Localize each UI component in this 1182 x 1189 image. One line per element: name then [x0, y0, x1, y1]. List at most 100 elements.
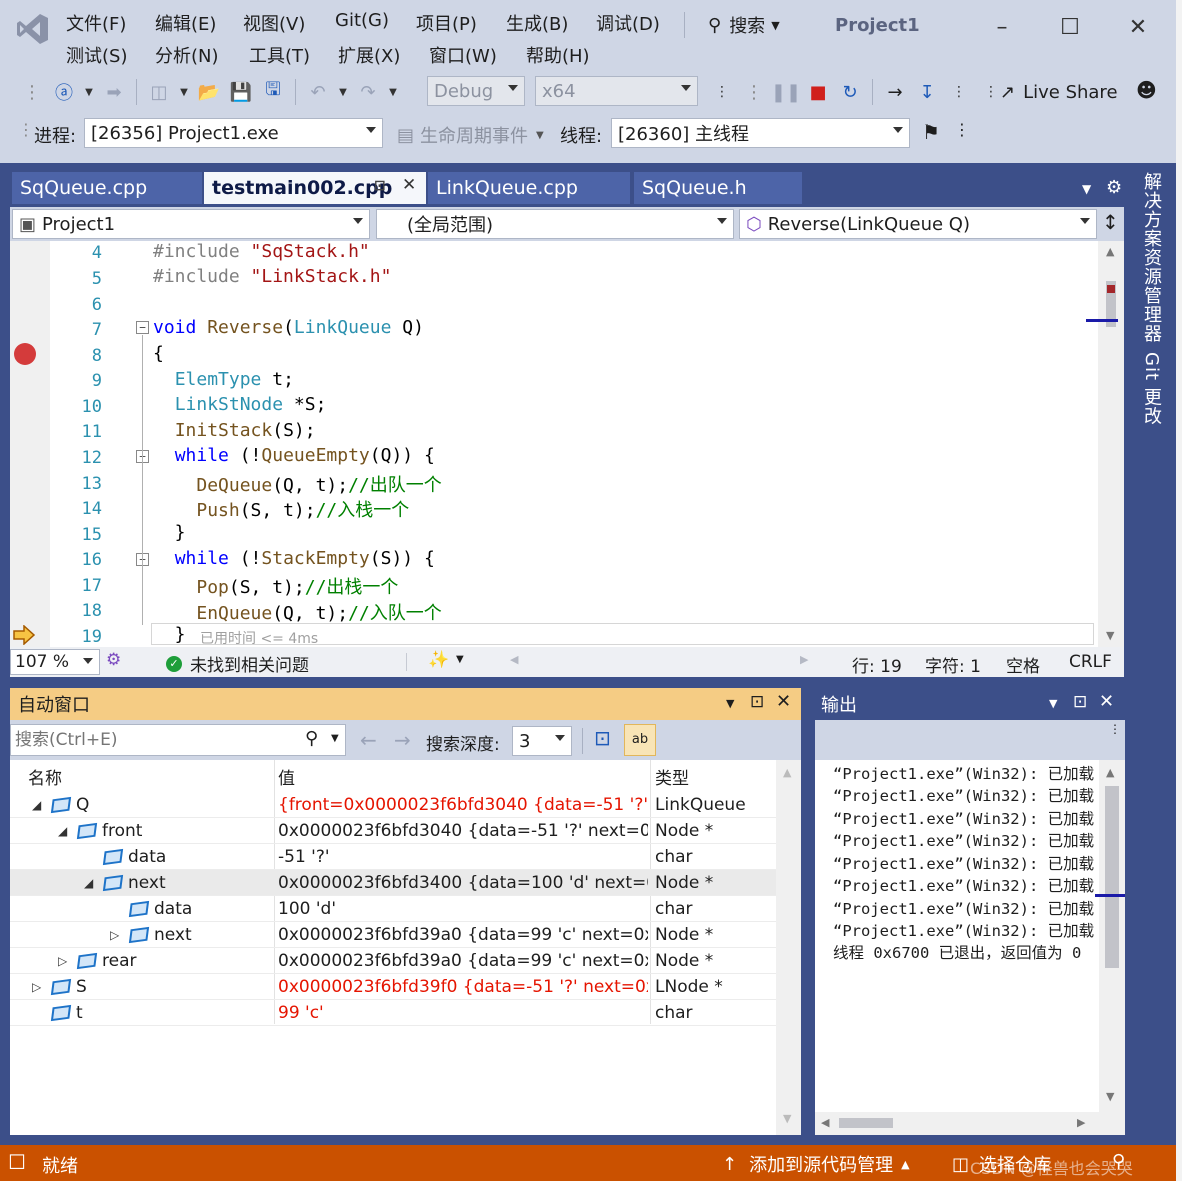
thread-select[interactable]: [26360] 主线程 — [611, 118, 910, 148]
menu-view[interactable]: 视图(V) — [243, 10, 305, 36]
menu-build[interactable]: 生成(B) — [506, 10, 568, 36]
table-row[interactable]: ▷ next 0x0000023f6bfd39a0 {data=99 'c' n… — [10, 922, 776, 948]
cleanup-icon[interactable]: ✨ — [428, 650, 449, 670]
menu-help[interactable]: 帮助(H) — [526, 42, 590, 68]
table-row[interactable]: ◢ front 0x0000023f6bfd3040 {data=-51 '?'… — [10, 818, 776, 844]
line-ending-indicator[interactable]: CRLF — [1069, 652, 1112, 672]
show-next-statement-icon[interactable]: → — [883, 80, 907, 104]
notification-icon[interactable]: ☐ — [8, 1150, 26, 1174]
code-editor[interactable]: 4 5 6 7 8 9 10 11 12 13 14 15 16 17 18 1… — [10, 241, 1124, 647]
save-icon[interactable]: 💾 — [229, 80, 253, 104]
menu-debug[interactable]: 调试(D) — [596, 10, 660, 36]
collapse-icon[interactable]: − — [136, 321, 149, 334]
tab-solution-explorer[interactable]: 解决方案资源管理器 — [1134, 172, 1164, 343]
chevron-down-icon[interactable]: ▼ — [456, 654, 464, 665]
menu-edit[interactable]: 编辑(E) — [155, 10, 216, 36]
copilot-icon[interactable]: ⚙ — [106, 650, 121, 670]
zoom-select[interactable]: 107 % — [10, 649, 100, 675]
scroll-up-icon[interactable]: ▲ — [1106, 245, 1114, 258]
pause-icon[interactable]: ❚❚ — [771, 80, 801, 104]
feedback-icon[interactable]: ☻ — [1136, 78, 1157, 102]
chevron-down-icon[interactable]: ▼ — [84, 80, 94, 104]
breakpoint-icon[interactable] — [14, 343, 36, 365]
expand-icon[interactable]: ▷ — [58, 954, 67, 968]
chevron-down-icon[interactable]: ▼ — [388, 80, 398, 104]
tab-git-changes[interactable]: Git 更改 — [1134, 352, 1164, 426]
stop-icon[interactable]: ■ — [806, 80, 830, 104]
var-value[interactable]: 0x0000023f6bfd3040 {data=-51 '?' next=0x… — [278, 821, 648, 841]
column-value-header[interactable]: 值 — [278, 764, 295, 790]
tab-testmain002-cpp[interactable]: testmain002.cpp ⊡ ✕ — [204, 172, 426, 204]
add-to-source-control-button[interactable]: ↑ 添加到源代码管理 ▲ — [722, 1151, 910, 1177]
table-row[interactable]: ◢ Q {front=0x0000023f6bfd3040 {data=-51 … — [10, 792, 776, 818]
var-value[interactable]: 0x0000023f6bfd39a0 {data=99 'c' next=0x0… — [278, 951, 648, 971]
scroll-thumb[interactable] — [839, 1118, 893, 1128]
autos-scrollbar[interactable]: ▲ ▼ — [776, 760, 801, 1135]
chevron-down-icon[interactable]: ▼ — [331, 733, 339, 744]
back-arrow-icon[interactable]: ← — [360, 728, 377, 752]
scroll-down-icon[interactable]: ▼ — [783, 1112, 791, 1125]
scroll-thumb[interactable] — [1105, 786, 1119, 968]
new-project-icon[interactable]: ◫ — [147, 80, 171, 104]
output-scrollbar[interactable]: ▲ ▼ — [1095, 760, 1125, 1135]
step-into-icon[interactable]: ↧ — [915, 80, 939, 104]
collapse-icon[interactable]: ◢ — [58, 824, 67, 838]
scope-nav-select[interactable]: (全局范围) — [376, 209, 734, 239]
menu-window[interactable]: 窗口(W) — [429, 42, 497, 68]
chevron-down-icon[interactable]: ▼ — [1049, 697, 1057, 710]
search-button[interactable]: ⚲ 搜索 ▼ — [708, 12, 780, 38]
chevron-down-icon[interactable]: ▼ — [726, 697, 734, 710]
output-hscrollbar[interactable]: ◀ ▶ — [815, 1112, 1099, 1135]
tab-list-icon[interactable]: ▼ — [1082, 182, 1091, 196]
var-value[interactable]: 0x0000023f6bfd39a0 {data=99 'c' next=0x0… — [278, 925, 648, 945]
forward-icon[interactable]: ➡ — [102, 80, 126, 104]
line-indicator[interactable]: 行: 19 — [852, 652, 902, 677]
autos-search-field[interactable]: ⚲ ▼ — [10, 724, 346, 756]
forward-arrow-icon[interactable]: → — [394, 728, 411, 752]
scroll-up-icon[interactable]: ▲ — [1106, 766, 1114, 779]
tab-sqqueue-h[interactable]: SqQueue.h — [634, 172, 802, 204]
column-name-header[interactable]: 名称 — [28, 764, 62, 790]
member-nav-select[interactable]: ⬡ Reverse(LinkQueue Q) — [739, 209, 1097, 239]
close-icon[interactable]: ✕ — [1099, 691, 1114, 712]
platform-select[interactable]: x64 — [535, 76, 698, 106]
minimize-icon[interactable]: – — [982, 10, 1022, 44]
maximize-icon[interactable]: ☐ — [1050, 10, 1090, 44]
table-row[interactable]: ◢ next 0x0000023f6bfd3400 {data=100 'd' … — [10, 870, 776, 896]
scroll-down-icon[interactable]: ▼ — [1106, 1090, 1114, 1103]
menu-git[interactable]: Git(G) — [335, 10, 389, 31]
issues-indicator[interactable]: ✓ 未找到相关问题 — [166, 651, 309, 676]
step-over-icon[interactable]: ⋮ — [947, 80, 971, 104]
collapse-icon[interactable]: ◢ — [32, 798, 41, 812]
table-row[interactable]: data 100 'd' char — [10, 896, 776, 922]
close-icon[interactable]: ✕ — [1118, 10, 1158, 44]
gear-icon[interactable]: ⚙ — [1106, 177, 1122, 198]
restart-icon[interactable]: ↻ — [838, 80, 862, 104]
redo-icon[interactable]: ↷ — [356, 80, 380, 104]
close-icon[interactable]: ✕ — [402, 175, 416, 195]
menu-project[interactable]: 项目(P) — [416, 10, 477, 36]
scroll-down-icon[interactable]: ▼ — [1106, 629, 1114, 642]
var-value[interactable]: 99 'c' — [278, 1003, 648, 1023]
overflow-icon[interactable]: ⋮ — [954, 120, 970, 139]
undo-icon[interactable]: ↶ — [306, 80, 330, 104]
lifecycle-events-button[interactable]: ▤ 生命周期事件 ▼ — [397, 122, 544, 148]
column-type-header[interactable]: 类型 — [655, 764, 689, 790]
view-as-text-icon[interactable]: ab — [624, 724, 656, 756]
open-folder-icon[interactable]: 📂 — [197, 80, 221, 104]
search-depth-select[interactable]: 3 — [512, 726, 572, 756]
overflow-icon[interactable]: ⋮ — [1109, 722, 1121, 736]
breakpoint-gutter[interactable] — [10, 241, 50, 647]
close-icon[interactable]: ✕ — [776, 691, 791, 712]
scroll-left-icon[interactable]: ◀ — [510, 653, 518, 666]
pin-column-icon[interactable]: ⊡ — [594, 726, 611, 750]
scroll-right-icon[interactable]: ▶ — [800, 653, 808, 666]
editor-scrollbar[interactable]: ▲ ▼ — [1086, 241, 1124, 647]
collapse-icon[interactable]: ◢ — [84, 876, 93, 890]
expand-icon[interactable]: ▷ — [32, 980, 41, 994]
table-row[interactable]: data -51 '?' char — [10, 844, 776, 870]
config-select[interactable]: Debug — [427, 76, 525, 106]
chevron-down-icon[interactable]: ▼ — [179, 80, 189, 104]
menu-extensions[interactable]: 扩展(X) — [338, 42, 400, 68]
whitespace-indicator[interactable]: 空格 — [1006, 652, 1040, 677]
